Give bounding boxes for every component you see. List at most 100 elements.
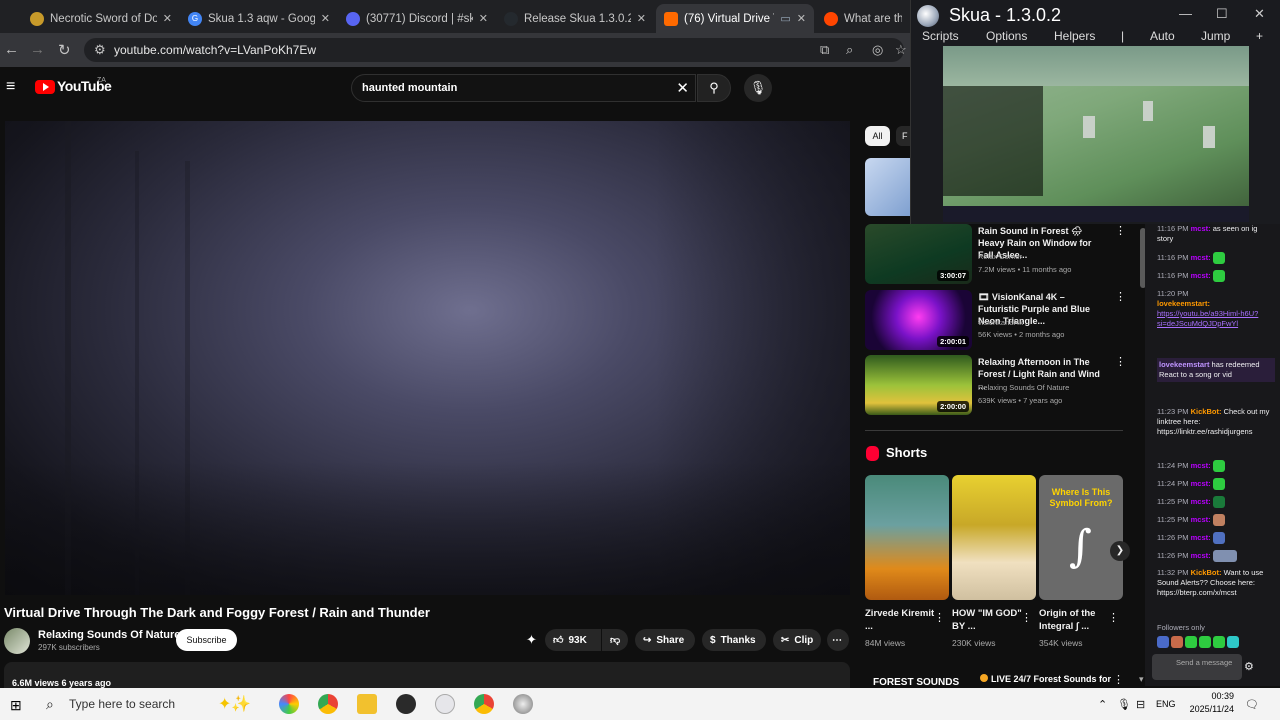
- forest-sounds-title[interactable]: FOREST SOUNDS: [873, 677, 959, 688]
- short-title[interactable]: HOW "IM GOD" BY ...: [952, 607, 1022, 633]
- chip-next[interactable]: F: [896, 126, 910, 146]
- emote-bar[interactable]: [1157, 636, 1275, 648]
- notifications-icon[interactable]: 🗨: [1245, 698, 1259, 711]
- more-vert-icon[interactable]: ⋮: [1108, 611, 1119, 624]
- site-info-icon[interactable]: ⚙: [94, 42, 106, 58]
- recommendation-channel[interactable]: visionkanal4k: [978, 318, 1023, 327]
- close-icon[interactable]: ✕: [479, 12, 488, 25]
- clock-time[interactable]: 00:39: [1196, 691, 1234, 701]
- chip-all[interactable]: All: [865, 126, 890, 146]
- subscribe-button[interactable]: Subscribe: [176, 629, 237, 651]
- video-player[interactable]: [5, 121, 850, 595]
- copilot-icon[interactable]: [279, 694, 299, 714]
- chevron-right-icon[interactable]: ❯: [1110, 541, 1130, 561]
- premium-icon[interactable]: ✦: [526, 632, 537, 648]
- short-title[interactable]: Origin of the Integral ∫ ...: [1039, 607, 1109, 633]
- search-button[interactable]: ⚲: [697, 74, 731, 102]
- taskbar-search-input[interactable]: Type here to search: [69, 697, 175, 711]
- more-vert-icon[interactable]: ⋮: [934, 611, 945, 624]
- clear-icon[interactable]: ✕: [676, 79, 689, 97]
- reload-icon[interactable]: ↻: [58, 41, 71, 59]
- chevron-down-icon[interactable]: ▾: [1139, 674, 1144, 685]
- eye-off-icon[interactable]: ◎: [872, 42, 883, 58]
- zoom-icon[interactable]: ⌕: [846, 42, 853, 58]
- live-recommendation[interactable]: LIVE 24/7 Forest Sounds for: [980, 674, 1111, 684]
- more-vert-icon[interactable]: ⋮: [1115, 290, 1126, 303]
- minimize-icon[interactable]: —: [1179, 6, 1192, 21]
- close-icon[interactable]: ✕: [321, 12, 330, 25]
- short-thumbnail[interactable]: Where Is This Symbol From? ∫: [1039, 475, 1123, 600]
- more-vert-icon[interactable]: ⋮: [1021, 611, 1032, 624]
- game-viewport[interactable]: [943, 46, 1249, 222]
- chat-input[interactable]: Send a message: [1152, 654, 1242, 680]
- short-views: 230K views: [952, 638, 996, 648]
- forward-icon[interactable]: →: [30, 41, 45, 58]
- video-thumbnail[interactable]: 3:00:07: [865, 224, 972, 284]
- more-actions-button[interactable]: ⋯: [827, 629, 849, 651]
- close-icon[interactable]: ✕: [1254, 6, 1265, 22]
- recommendation-channel[interactable]: Relaxing Sounds Of Nature: [978, 383, 1069, 392]
- close-icon[interactable]: ✕: [637, 12, 646, 25]
- like-button[interactable]: 👍︎ 93K: [545, 629, 601, 651]
- sparkle-icon[interactable]: ✦✨: [218, 694, 251, 714]
- partial-thumbnail[interactable]: [865, 158, 910, 216]
- menu-icon[interactable]: ≡: [6, 78, 15, 96]
- address-bar[interactable]: ⚙ youtube.com/watch?v=LVanPoKh7Ew ⧉ ⌕ ◎ …: [84, 38, 907, 62]
- close-icon[interactable]: ✕: [797, 12, 806, 25]
- language-indicator[interactable]: ENG: [1156, 699, 1176, 709]
- chrome-active-icon[interactable]: [474, 694, 494, 714]
- clip-button[interactable]: ✂ Clip: [773, 629, 821, 651]
- dislike-button[interactable]: 👎︎: [602, 629, 628, 651]
- short-title[interactable]: Zirvede Kiremit ...: [865, 607, 935, 633]
- obs-icon[interactable]: [396, 694, 416, 714]
- skua-menu-options[interactable]: Options: [986, 29, 1027, 43]
- cast-icon: ▭: [780, 13, 791, 25]
- youtube-logo-icon[interactable]: [35, 80, 55, 94]
- recommendation-item[interactable]: 2:00:01 🎞 VisionKanal 4K – Futuristic Pu…: [865, 290, 1126, 350]
- video-thumbnail[interactable]: 2:00:00: [865, 355, 972, 415]
- tab-youtube-active[interactable]: (76) Virtual Drive Th ▭ ✕: [656, 4, 814, 33]
- more-vert-icon[interactable]: ⋮: [1113, 673, 1124, 686]
- bookmark-star-icon[interactable]: ☆: [895, 42, 907, 58]
- skua-menu-jump[interactable]: Jump: [1201, 29, 1230, 43]
- tab-necrotic-sword[interactable]: Necrotic Sword of Doom ✕: [22, 4, 180, 33]
- tab-github-release[interactable]: Release Skua 1.3.0.2 · au ✕: [496, 4, 654, 33]
- share-button[interactable]: ↪ Share: [635, 629, 695, 651]
- tab-google-search[interactable]: G Skua 1.3 aqw - Google ✕: [180, 4, 338, 33]
- install-icon[interactable]: ⧉: [820, 42, 829, 58]
- channel-name[interactable]: Relaxing Sounds Of Nature: [38, 629, 180, 641]
- voice-search-button[interactable]: 🎙: [744, 74, 772, 102]
- network-icon[interactable]: ⊟: [1136, 698, 1145, 711]
- recommendation-item[interactable]: 3:00:07 Rain Sound in Forest 🌧 Heavy Rai…: [865, 224, 1126, 284]
- avatar[interactable]: [4, 628, 30, 654]
- skua-menu-helpers[interactable]: Helpers: [1054, 29, 1095, 43]
- recommendation-item[interactable]: 2:00:00 Relaxing Afternoon in The Forest…: [865, 355, 1126, 415]
- microphone-icon[interactable]: 🎙: [1117, 698, 1131, 711]
- windows-start-icon[interactable]: ⊞: [10, 697, 22, 714]
- tab-discord[interactable]: (30771) Discord | #skua ✕: [338, 4, 496, 33]
- snipping-tool-icon[interactable]: [435, 694, 455, 714]
- search-icon[interactable]: ⌕: [46, 696, 54, 713]
- skua-menu-add[interactable]: +: [1256, 29, 1263, 43]
- thanks-button[interactable]: $ Thanks: [702, 629, 766, 651]
- chat-settings-icon[interactable]: ⚙: [1244, 660, 1254, 673]
- chrome-icon[interactable]: [318, 694, 338, 714]
- short-thumbnail[interactable]: [952, 475, 1036, 600]
- short-thumbnail[interactable]: [865, 475, 949, 600]
- maximize-icon[interactable]: ☐: [1216, 6, 1228, 22]
- search-input[interactable]: haunted mountain ✕: [351, 74, 696, 102]
- skua-taskbar-icon[interactable]: [513, 694, 533, 714]
- file-explorer-icon[interactable]: [357, 694, 377, 714]
- more-vert-icon[interactable]: ⋮: [1115, 355, 1126, 368]
- tab-reddit[interactable]: What are the be: [816, 4, 910, 33]
- recommendation-channel[interactable]: Relax Corner: [978, 252, 1022, 261]
- clock-date[interactable]: 2025/11/24: [1184, 704, 1234, 714]
- skua-menu-auto[interactable]: Auto: [1150, 29, 1175, 43]
- skua-menu-scripts[interactable]: Scripts: [922, 29, 959, 43]
- video-thumbnail[interactable]: 2:00:01: [865, 290, 972, 350]
- description-box[interactable]: 6.6M views 6 years ago: [4, 662, 850, 688]
- chevron-up-icon[interactable]: ⌃: [1098, 698, 1107, 711]
- close-icon[interactable]: ✕: [163, 12, 172, 25]
- back-icon[interactable]: ←: [4, 41, 19, 58]
- more-vert-icon[interactable]: ⋮: [1115, 224, 1126, 237]
